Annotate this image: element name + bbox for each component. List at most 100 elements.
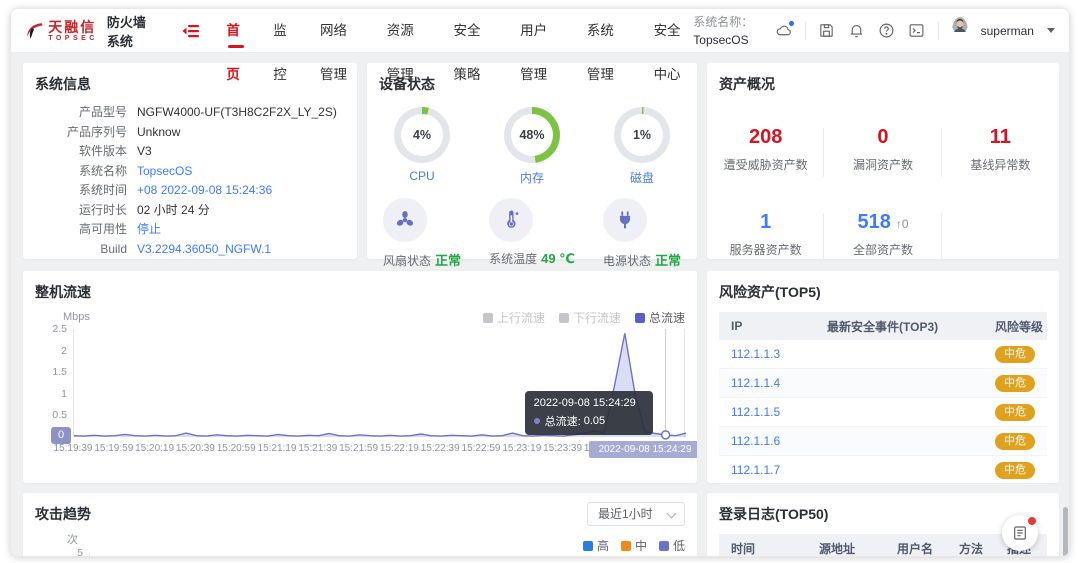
- stat-label: 基线异常数: [942, 156, 1059, 173]
- list-icon: [1012, 525, 1028, 541]
- divider: [805, 22, 806, 40]
- legend-item[interactable]: 高: [583, 537, 609, 554]
- device-status-item: 风扇状态正常: [383, 198, 461, 269]
- nav-item-resource-mgmt[interactable]: 资源管理: [387, 9, 427, 53]
- ip-link[interactable]: 112.1.1.7: [719, 463, 815, 477]
- info-label: 高可用性: [23, 220, 127, 240]
- info-value: 02 小时 24 分: [137, 201, 210, 221]
- info-value[interactable]: V3.2294.36050_NGFW.1: [137, 240, 271, 260]
- info-value: NGFW4000-UF(T3H8C2F2X_LY_2S): [137, 103, 337, 123]
- risk-level-badge: 中危: [995, 404, 1035, 421]
- cloud-icon[interactable]: [775, 22, 792, 39]
- info-row: BuildV3.2294.36050_NGFW.1: [23, 240, 357, 260]
- info-label: 系统时间: [23, 181, 127, 201]
- series-dot-icon: [534, 418, 540, 424]
- nav-item-system-mgmt[interactable]: 系统管理: [587, 9, 627, 53]
- info-value[interactable]: +08 2022-09-08 15:24:36: [137, 181, 272, 201]
- nav-item-security-policy[interactable]: 安全策略: [453, 9, 493, 53]
- save-icon[interactable]: [818, 22, 835, 39]
- legend-item[interactable]: 低: [659, 537, 685, 554]
- username[interactable]: superman: [981, 24, 1034, 38]
- info-value[interactable]: TopsecOS: [137, 162, 192, 182]
- column-header: 最新安全事件(TOP3): [815, 318, 983, 335]
- column-header: IP: [719, 319, 815, 333]
- info-row: 运行时长 02 小时 24 分: [23, 201, 357, 221]
- nav-item-network-mgmt[interactable]: 网络管理: [320, 9, 360, 53]
- nav-item-monitor[interactable]: 监控: [273, 9, 293, 53]
- gauge-label: CPU: [394, 169, 450, 183]
- risk-level-badge: 中危: [995, 462, 1035, 479]
- hover-point-marker: [662, 431, 670, 439]
- legend-label: 低: [673, 537, 685, 554]
- table-row: 112.1.1.7 中危: [719, 456, 1047, 485]
- nav-item-home[interactable]: 首页: [226, 9, 246, 53]
- chevron-down-icon[interactable]: [1047, 28, 1055, 33]
- user-avatar[interactable]: [952, 17, 968, 45]
- gauge-cpu: 4% CPU: [394, 107, 450, 186]
- info-label: 系统名称: [23, 162, 127, 182]
- status-label: 系统温度: [489, 252, 537, 266]
- thermometer-icon: [489, 198, 533, 242]
- nav-item-security-center[interactable]: 安全中心: [654, 9, 694, 53]
- app-window: 天融信 TOPSEC 防火墙系统 首页监控网络管理资源管理安全策略用户管理系统管…: [10, 8, 1070, 557]
- y-axis-unit: Mbps: [63, 311, 90, 323]
- asset-stat: 518↑0全部资产数: [824, 207, 941, 268]
- panel-title: 整机流速: [23, 271, 697, 302]
- time-range-select[interactable]: 最近1小时: [587, 502, 685, 526]
- status-text: 系统温度49 ℃: [489, 250, 575, 267]
- risk-level-badge: 中危: [995, 346, 1035, 363]
- column-header: 风险等级: [983, 318, 1047, 335]
- legend-item[interactable]: 总流速: [635, 309, 685, 326]
- terminal-icon[interactable]: [908, 22, 925, 39]
- stat-value: 1: [707, 211, 824, 234]
- ip-link[interactable]: 112.1.1.3: [719, 347, 815, 361]
- status-text: 风扇状态正常: [383, 250, 461, 269]
- gauge-value: 48%: [504, 107, 560, 163]
- dashboard-body: 系统信息 产品型号NGFW4000-UF(T3H8C2F2X_LY_2S)产品序…: [11, 53, 1069, 556]
- legend-item[interactable]: 中: [621, 537, 647, 554]
- brand-name-cn: 天融信: [48, 20, 98, 34]
- info-value[interactable]: 停止: [137, 220, 161, 240]
- panel-system-info: 系统信息 产品型号NGFW4000-UF(T3H8C2F2X_LY_2S)产品序…: [23, 63, 357, 259]
- info-row: 系统名称 TopsecOS: [23, 162, 357, 182]
- bell-icon[interactable]: [848, 22, 865, 39]
- asset-stat-empty: [942, 207, 1059, 268]
- legend-swatch: [483, 313, 493, 323]
- y-axis-line: [89, 553, 90, 557]
- legend-label: 总流速: [649, 309, 685, 326]
- main-nav: 首页监控网络管理资源管理安全策略用户管理系统管理安全中心: [226, 9, 693, 53]
- level-cell: 中危: [983, 433, 1047, 450]
- y-axis-tick: 2.5: [31, 323, 67, 335]
- scrollbar-thumb[interactable]: [1063, 507, 1068, 557]
- legend-item[interactable]: 下行流速: [559, 309, 621, 326]
- floating-log-button[interactable]: [1002, 515, 1038, 551]
- column-header: 时间: [719, 540, 807, 557]
- panel-title: 风险资产(TOP5): [707, 271, 1059, 302]
- y-axis-tick: 1: [31, 388, 67, 400]
- legend-item[interactable]: 上行流速: [483, 309, 545, 326]
- donut-gauge: 4%: [394, 107, 450, 163]
- y-axis-tick: 0.5: [31, 409, 67, 421]
- fan-icon: [383, 198, 427, 242]
- help-icon[interactable]: [878, 22, 895, 39]
- stat-label: 服务器资产数: [707, 241, 824, 258]
- chart-legend: 上行流速下行流速 总流速: [483, 309, 685, 326]
- status-text: 电源状态正常: [603, 250, 681, 269]
- status-label: 电源状态: [603, 254, 651, 268]
- legend-swatch: [621, 541, 631, 551]
- nav-item-user-mgmt[interactable]: 用户管理: [520, 9, 560, 53]
- device-status-item: 电源状态正常: [603, 198, 681, 269]
- ip-link[interactable]: 112.1.1.5: [719, 405, 815, 419]
- top-bar: 天融信 TOPSEC 防火墙系统 首页监控网络管理资源管理安全策略用户管理系统管…: [11, 9, 1069, 53]
- stat-value: 208: [707, 126, 824, 149]
- ip-link[interactable]: 112.1.1.6: [719, 434, 815, 448]
- y-axis-zero-badge: 0: [51, 427, 71, 444]
- table-row: 112.1.1.3 中危: [719, 340, 1047, 369]
- asset-stat: 0漏洞资产数: [824, 122, 941, 183]
- ip-link[interactable]: 112.1.1.4: [719, 376, 815, 390]
- collapse-menu-icon[interactable]: [182, 24, 200, 38]
- info-label: 运行时长: [23, 201, 127, 221]
- info-label: 产品序列号: [23, 123, 127, 143]
- info-row: 产品型号NGFW4000-UF(T3H8C2F2X_LY_2S): [23, 103, 357, 123]
- column-header: 源地址: [807, 540, 885, 557]
